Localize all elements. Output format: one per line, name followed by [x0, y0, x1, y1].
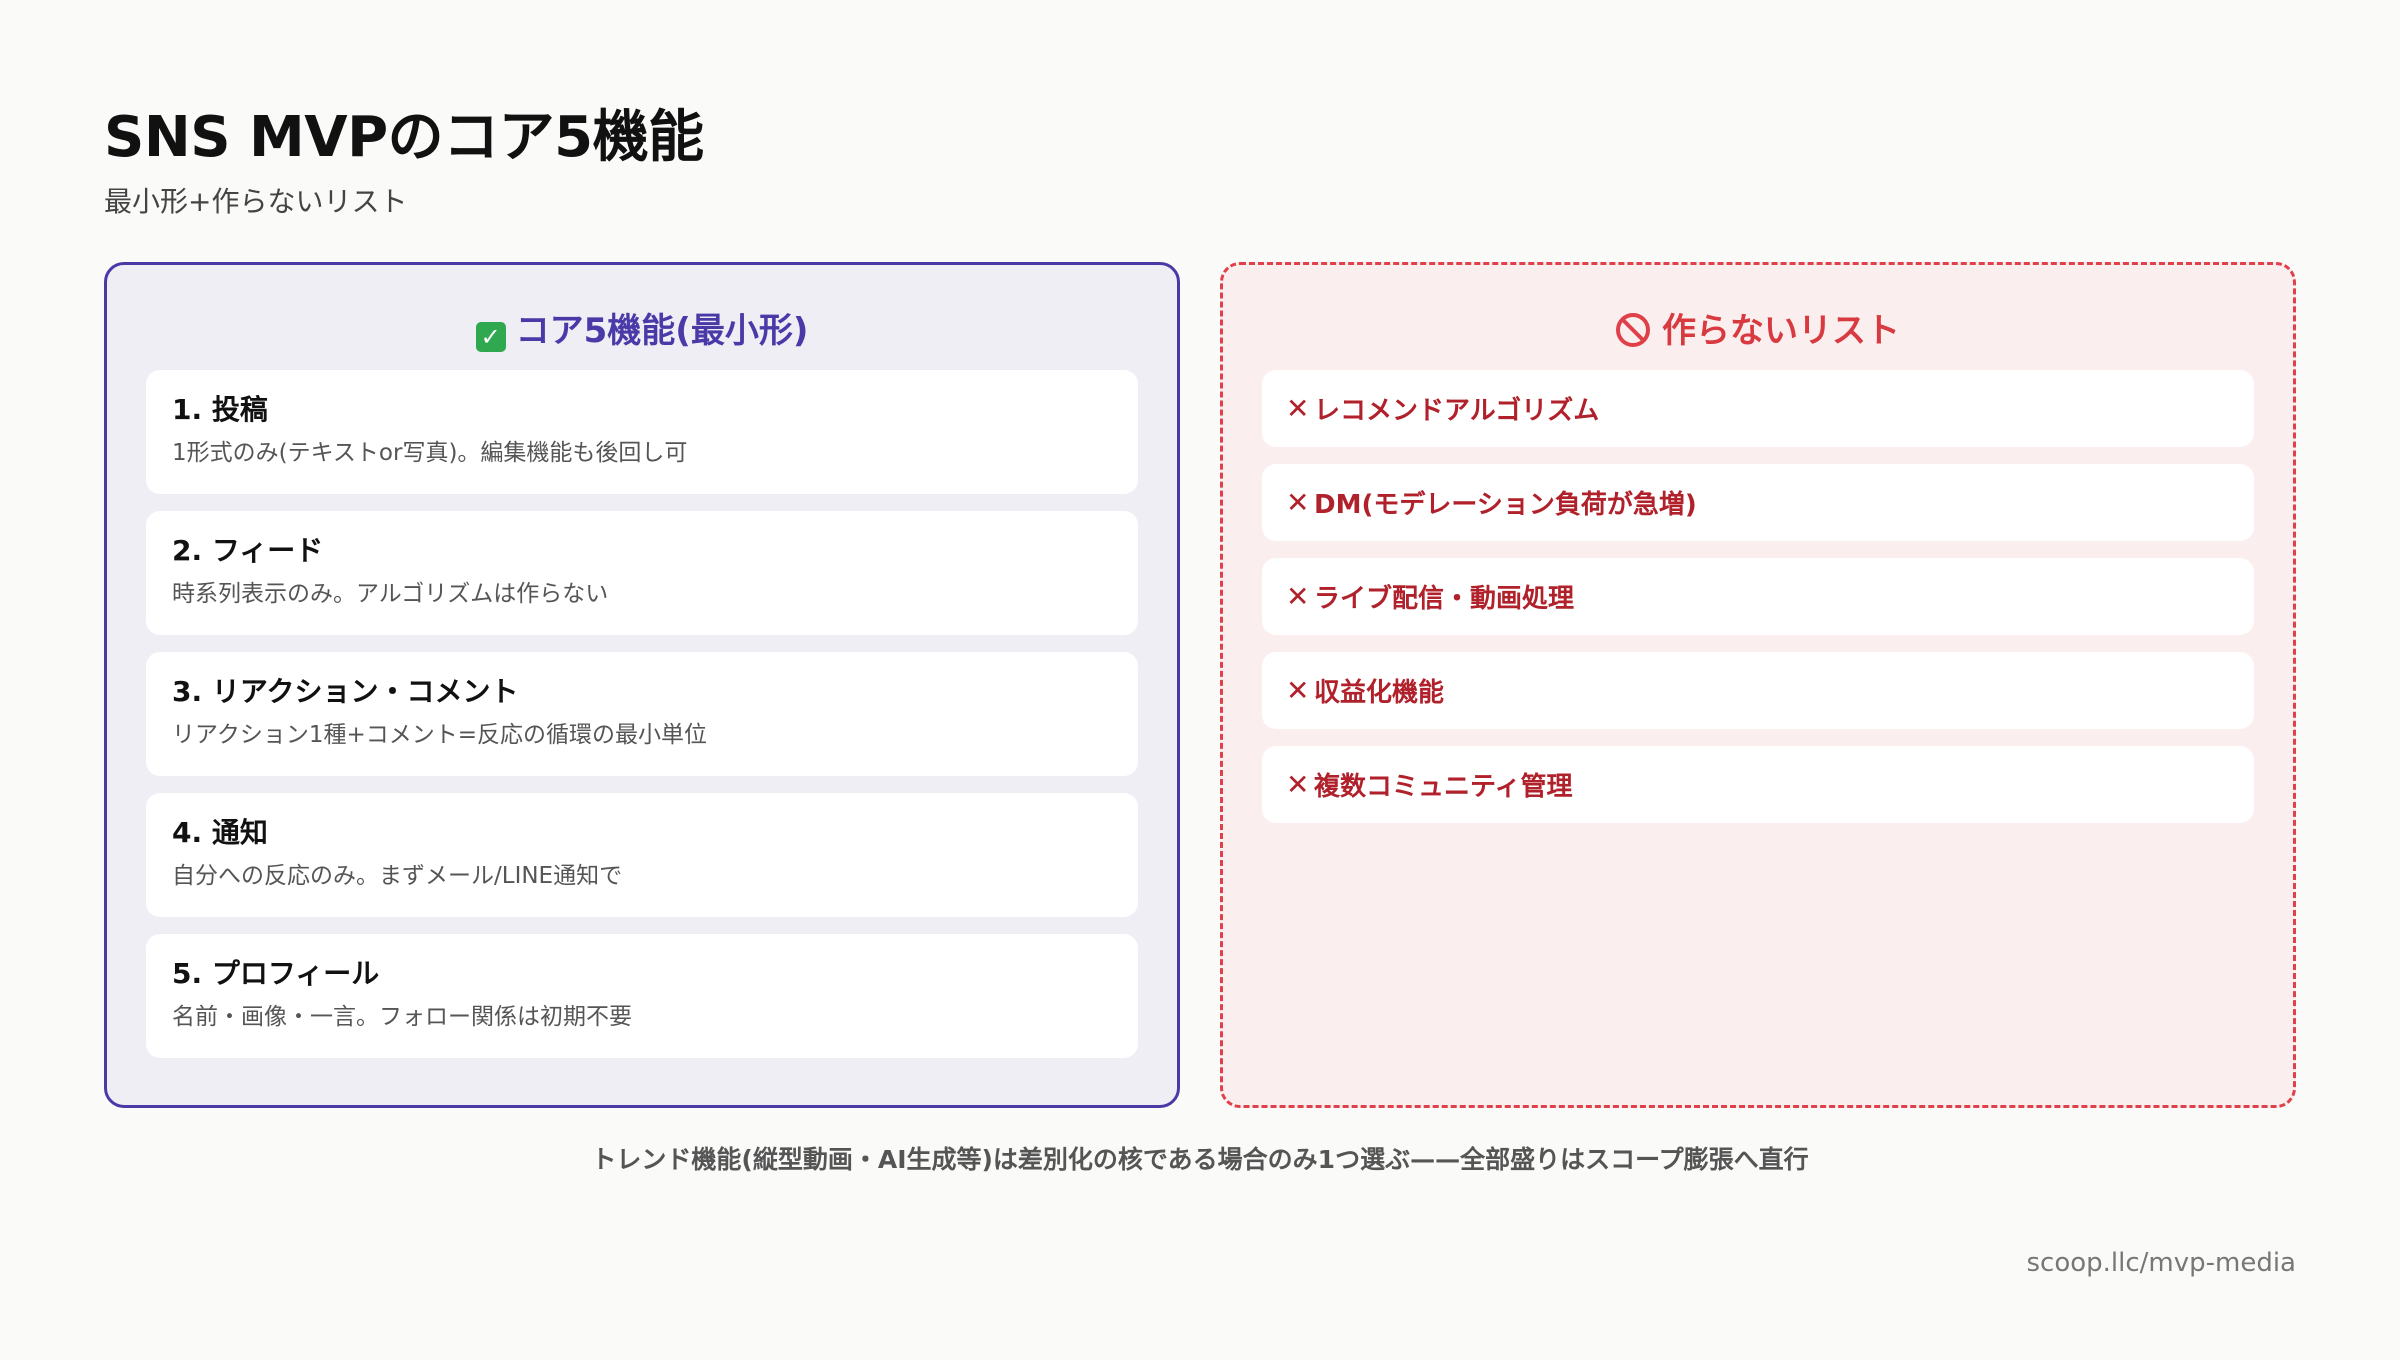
core-feature-title: 5. プロフィール: [172, 957, 380, 990]
page-subtitle: 最小形+作らないリスト: [104, 185, 408, 218]
core-feature-title: 3. リアクション・コメント: [172, 675, 519, 708]
core-feature-card-profile: 5. プロフィール 名前・画像・一言。フォロー関係は初期不要: [146, 934, 1138, 1058]
core-features-heading: ✓ コア5機能(最小形): [107, 303, 1177, 352]
prohibited-icon: [1616, 313, 1650, 347]
core-feature-card-post: 1. 投稿 1形式のみ(テキストor写真)。編集機能も後回し可: [146, 370, 1138, 494]
cross-icon: ✕: [1286, 768, 1310, 801]
core-feature-description: 自分への反応のみ。まずメール/LINE通知で: [172, 863, 623, 889]
core-feature-description: リアクション1種+コメント=反応の循環の最小単位: [172, 722, 708, 748]
check-mark-icon: ✓: [475, 322, 506, 352]
core-feature-description: 1形式のみ(テキストor写真)。編集機能も後回し可: [172, 440, 688, 466]
core-feature-card-notification: 4. 通知 自分への反応のみ。まずメール/LINE通知で: [146, 793, 1138, 917]
core-feature-title: 2. フィード: [172, 534, 324, 567]
dont-build-item: ✕ レコメンドアルゴリズム: [1262, 370, 2254, 447]
dont-build-list: ✕ レコメンドアルゴリズム ✕ DM(モデレーション負荷が急増) ✕ ライブ配信・動画…: [1262, 370, 2254, 840]
core-feature-description: 時系列表示のみ。アルゴリズムは作らない: [172, 581, 609, 607]
dont-build-item: ✕ ライブ配信・動画処理: [1262, 558, 2254, 635]
dont-build-panel: 作らないリスト ✕ レコメンドアルゴリズム ✕ DM(モデレーション負荷が急増) ✕…: [1220, 262, 2296, 1108]
core-feature-description: 名前・画像・一言。フォロー関係は初期不要: [172, 1004, 632, 1030]
core-feature-title: 1. 投稿: [172, 393, 268, 426]
dont-build-item-label: ライブ配信・動画処理: [1314, 584, 1575, 614]
page-title: SNS MVPのコア5機能: [104, 105, 704, 170]
dont-build-item: ✕ 収益化機能: [1262, 652, 2254, 729]
core-feature-card-reaction: 3. リアクション・コメント リアクション1種+コメント=反応の循環の最小単位: [146, 652, 1138, 776]
footnote: トレンド機能(縦型動画・AI生成等)は差別化の核である場合のみ1つ選ぶ——全部盛…: [591, 1145, 1809, 1174]
dont-build-heading: 作らないリスト: [1223, 303, 2293, 352]
cross-icon: ✕: [1286, 392, 1310, 425]
core-features-list: 1. 投稿 1形式のみ(テキストor写真)。編集機能も後回し可 2. フィード …: [146, 370, 1138, 1075]
dont-build-item-label: DM(モデレーション負荷が急増): [1314, 490, 1697, 520]
dont-build-item: ✕ 複数コミュニティ管理: [1262, 746, 2254, 823]
dont-build-item-label: 複数コミュニティ管理: [1314, 772, 1573, 802]
cross-icon: ✕: [1286, 674, 1310, 707]
dont-build-heading-text: 作らないリスト: [1662, 311, 1900, 351]
core-features-panel: ✓ コア5機能(最小形) 1. 投稿 1形式のみ(テキストor写真)。編集機能も後…: [104, 262, 1180, 1108]
core-feature-title: 4. 通知: [172, 816, 268, 849]
cross-icon: ✕: [1286, 580, 1310, 613]
core-features-heading-text: コア5機能(最小形): [515, 311, 809, 351]
dont-build-item: ✕ DM(モデレーション負荷が急増): [1262, 464, 2254, 541]
dont-build-item-label: 収益化機能: [1314, 678, 1445, 708]
dont-build-item-label: レコメンドアルゴリズム: [1314, 396, 1600, 426]
cross-icon: ✕: [1286, 486, 1310, 519]
footer-url: scoop.llc/mvp-media: [2026, 1248, 2296, 1278]
core-feature-card-feed: 2. フィード 時系列表示のみ。アルゴリズムは作らない: [146, 511, 1138, 635]
